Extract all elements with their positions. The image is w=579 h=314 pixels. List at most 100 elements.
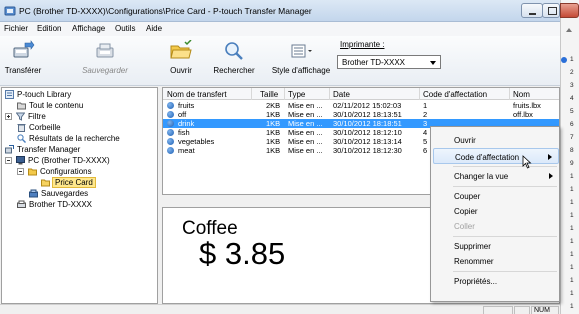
printer-label: Imprimante : bbox=[340, 40, 385, 49]
title-bar[interactable]: PC (Brother TD-XXXX)\Configurations\Pric… bbox=[0, 0, 560, 22]
expand-icon[interactable] bbox=[5, 113, 12, 120]
maximize-button[interactable] bbox=[542, 3, 560, 18]
tree-item-label: Corbeille bbox=[29, 123, 61, 132]
row-number: 9 bbox=[570, 160, 574, 167]
row-number: 1 bbox=[570, 212, 574, 219]
cell-date: 30/10/2012 18:12:10 bbox=[333, 128, 402, 137]
column-divider[interactable] bbox=[419, 88, 420, 100]
cell-code: 6 bbox=[423, 146, 428, 155]
menu-item-change-view[interactable]: Changer la vue bbox=[433, 168, 559, 184]
menu-item-label: Ouvrir bbox=[454, 136, 476, 145]
col-header-name[interactable]: Nom de transfert bbox=[167, 90, 227, 99]
context-menu: Ouvrir Code d'affectation Changer la vue… bbox=[430, 126, 560, 302]
row-number: 2 bbox=[570, 69, 574, 76]
column-divider[interactable] bbox=[329, 88, 330, 100]
table-header: Nom de transfert Taille Type Date Code d… bbox=[163, 88, 559, 100]
menu-file[interactable]: Fichier bbox=[4, 24, 28, 33]
row-number: 1 bbox=[570, 290, 574, 297]
scroll-up-icon[interactable] bbox=[566, 28, 572, 32]
cell-size: 1KB bbox=[266, 119, 281, 128]
menu-item-label: Code d'affectation bbox=[455, 153, 520, 162]
menu-tools[interactable]: Outils bbox=[115, 24, 135, 33]
column-divider[interactable] bbox=[509, 88, 510, 100]
menu-view[interactable]: Affichage bbox=[72, 24, 105, 33]
col-header-filename[interactable]: Nom bbox=[513, 90, 530, 99]
backup-icon bbox=[29, 189, 38, 198]
cell-size: 1KB bbox=[266, 128, 281, 137]
layout-file-icon bbox=[167, 111, 174, 118]
cell-name: off bbox=[178, 110, 187, 119]
row-number: 1 bbox=[570, 277, 574, 284]
transfer-manager-icon bbox=[5, 145, 14, 154]
tree-item-label: Brother TD-XXXX bbox=[29, 200, 92, 209]
cell-code: 1 bbox=[423, 101, 428, 110]
col-header-size[interactable]: Taille bbox=[260, 90, 278, 99]
menu-item-paste[interactable]: Coller bbox=[433, 218, 559, 234]
menu-item-label: Coller bbox=[454, 222, 475, 231]
cell-filename: fruits.lbx bbox=[513, 101, 541, 110]
tree-item-label: Tout le contenu bbox=[29, 101, 84, 110]
toolbar: Transférer Sauvegarder Ouvrir Rechercher… bbox=[0, 36, 560, 86]
folder-open-icon bbox=[170, 40, 192, 59]
layout-file-icon bbox=[167, 120, 174, 127]
row-number: 4 bbox=[570, 95, 574, 102]
cell-type: Mise en ... bbox=[288, 101, 323, 110]
cell-type: Mise en ... bbox=[288, 146, 323, 155]
col-header-type[interactable]: Type bbox=[288, 90, 305, 99]
menu-divider bbox=[453, 186, 557, 187]
transfer-label: Transférer bbox=[4, 66, 42, 75]
open-label: Ouvrir bbox=[170, 66, 192, 75]
close-button[interactable] bbox=[560, 3, 579, 18]
minimize-button[interactable] bbox=[521, 3, 543, 18]
trash-icon bbox=[17, 124, 26, 132]
menu-item-label: Couper bbox=[454, 192, 481, 201]
window-title: PC (Brother TD-XXXX)\Configurations\Pric… bbox=[19, 6, 312, 16]
cell-date: 30/10/2012 18:12:30 bbox=[333, 146, 402, 155]
background-window-strip: 1 2 3 4 5 6 7 8 9 1 1 1 1 1 1 1 1 1 1 1 bbox=[560, 0, 579, 314]
row-number: 1 bbox=[570, 264, 574, 271]
library-icon bbox=[5, 90, 14, 99]
layout-file-icon bbox=[167, 129, 174, 136]
col-header-code[interactable]: Code d'affectation bbox=[423, 90, 487, 99]
col-header-date[interactable]: Date bbox=[333, 90, 350, 99]
menu-item-assign-code[interactable]: Code d'affectation bbox=[433, 148, 559, 164]
folder-open-icon bbox=[41, 179, 50, 187]
view-style-icon bbox=[291, 44, 312, 58]
menu-item-rename[interactable]: Renommer bbox=[433, 253, 559, 269]
row-number: 5 bbox=[570, 108, 574, 115]
menu-item-copy[interactable]: Copier bbox=[433, 203, 559, 219]
column-divider[interactable] bbox=[284, 88, 285, 100]
tree-item-label: P-touch Library bbox=[17, 90, 72, 99]
menu-item-open[interactable]: Ouvrir bbox=[433, 132, 559, 148]
table-row[interactable]: fruits 2KB Mise en ... 02/11/2012 15:02:… bbox=[163, 101, 559, 110]
printer-value: Brother TD-XXXX bbox=[342, 58, 405, 67]
row-number: 1 bbox=[570, 238, 574, 245]
printer-dropdown[interactable]: Brother TD-XXXX bbox=[337, 55, 441, 69]
menu-item-label: Propriétés... bbox=[454, 277, 498, 286]
collapse-icon[interactable] bbox=[5, 157, 12, 164]
menu-item-label: Renommer bbox=[454, 257, 494, 266]
table-row[interactable]: off 1KB Mise en ... 30/10/2012 18:13:51 … bbox=[163, 110, 559, 119]
tree-item-label: Sauvegardes bbox=[41, 189, 89, 198]
computer-icon bbox=[16, 156, 25, 165]
menu-help[interactable]: Aide bbox=[146, 24, 162, 33]
library-tree: P-touch Library Tout le contenu Filtre C… bbox=[1, 87, 158, 304]
menu-item-cut[interactable]: Couper bbox=[433, 188, 559, 204]
folder-icon bbox=[28, 168, 37, 176]
menu-divider bbox=[453, 236, 557, 237]
menu-item-delete[interactable]: Supprimer bbox=[433, 238, 559, 254]
cell-filename: off.lbx bbox=[513, 110, 533, 119]
cell-date: 30/10/2012 18:13:14 bbox=[333, 137, 402, 146]
cell-date: 30/10/2012 18:13:51 bbox=[333, 110, 402, 119]
menu-edit[interactable]: Edition bbox=[37, 24, 61, 33]
printer-icon bbox=[17, 200, 26, 208]
status-cell bbox=[514, 306, 530, 314]
collapse-icon[interactable] bbox=[17, 168, 24, 175]
tree-item-label: Résultats de la recherche bbox=[29, 134, 120, 143]
column-divider[interactable] bbox=[251, 88, 252, 100]
menu-item-properties[interactable]: Propriétés... bbox=[433, 273, 559, 289]
cell-size: 1KB bbox=[266, 146, 281, 155]
num-lock-indicator: NUM bbox=[531, 306, 559, 314]
app-icon bbox=[4, 6, 16, 16]
cell-name: meat bbox=[178, 146, 195, 155]
